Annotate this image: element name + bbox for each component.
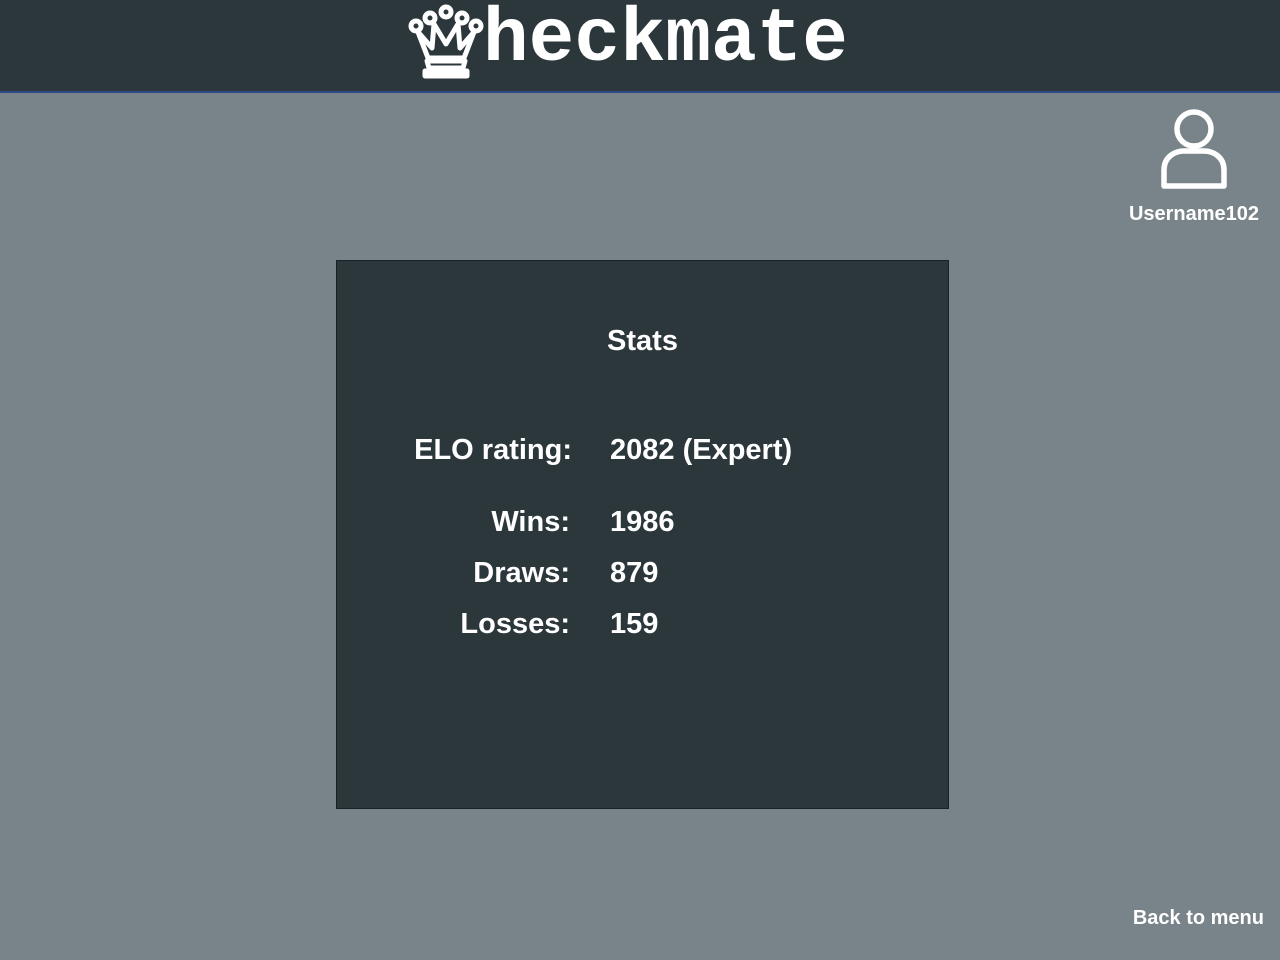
stat-row-draws: Draws: 879 <box>337 557 948 597</box>
user-profile-button[interactable]: Username102 <box>1124 108 1264 226</box>
stat-value: 1986 <box>610 506 675 538</box>
stat-label: Draws: <box>473 557 570 589</box>
stats-title: Stats <box>607 325 678 357</box>
stat-label: ELO rating: <box>414 434 572 466</box>
stat-label: Wins: <box>491 506 570 538</box>
app-title: heckmate <box>483 0 848 83</box>
stat-row-elo: ELO rating: 2082 (Expert) <box>337 434 948 474</box>
app-logo: heckmate <box>408 2 848 82</box>
queen-chess-piece-icon <box>408 4 484 79</box>
stat-value: 879 <box>610 557 659 589</box>
stats-panel: Stats ELO rating: 2082 (Expert) Wins: 19… <box>336 260 949 809</box>
app-header: heckmate <box>0 0 1280 93</box>
user-icon <box>1161 109 1227 189</box>
stat-row-losses: Losses: 159 <box>337 608 948 648</box>
stat-label: Losses: <box>460 608 570 640</box>
stat-value: 159 <box>610 608 659 640</box>
stat-row-wins: Wins: 1986 <box>337 506 948 546</box>
username-label: Username102 <box>1128 203 1260 225</box>
back-to-menu-link[interactable]: Back to menu <box>1133 907 1264 930</box>
stat-value: 2082 (Expert) <box>610 434 793 466</box>
